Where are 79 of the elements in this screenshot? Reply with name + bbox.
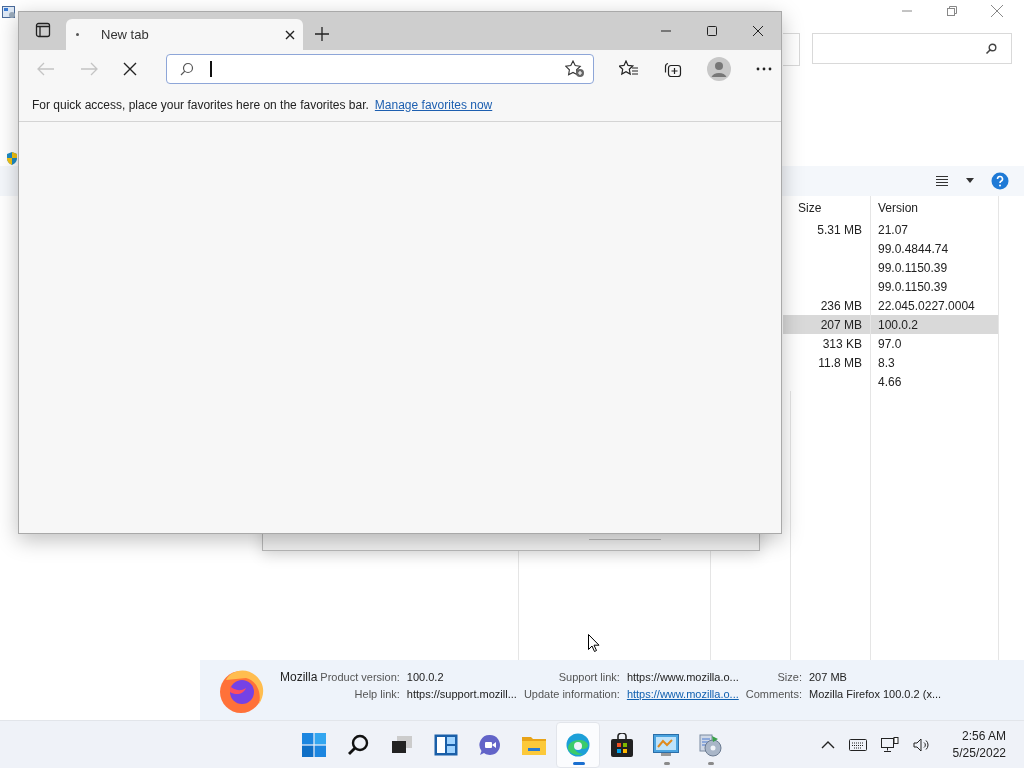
volume-icon[interactable] — [912, 737, 931, 752]
table-cell: 5.31 MB — [817, 222, 862, 237]
view-list-icon[interactable] — [935, 175, 949, 187]
table-cell: 99.0.4844.74 — [878, 241, 949, 256]
search-icon — [985, 42, 997, 55]
table-cell: 207 MB — [820, 317, 862, 332]
table-cell: 236 MB — [820, 298, 862, 313]
text-cursor — [210, 61, 212, 77]
link[interactable]: https://www.mozilla.o... — [626, 688, 739, 700]
field-label: Support link: — [557, 671, 620, 683]
publisher-name: Mozilla — [280, 670, 318, 684]
network-icon[interactable] — [880, 736, 899, 753]
clock-time[interactable]: 2:56 AM — [961, 727, 1006, 745]
chevron-up-icon[interactable] — [820, 740, 835, 749]
browser-tab[interactable]: New tab — [66, 19, 303, 50]
folder-icon[interactable] — [522, 734, 546, 755]
chat-icon[interactable] — [479, 733, 501, 756]
table-cell: 100.0.2 — [878, 317, 919, 332]
search-field[interactable] — [812, 33, 1012, 64]
field-label: Product version: — [320, 671, 400, 683]
field-label: Update information: — [523, 688, 620, 700]
table-row[interactable]: 4.66 — [783, 372, 999, 391]
table-cell: 8.3 — [878, 355, 895, 370]
table-cell: 99.0.1150.39 — [878, 279, 948, 294]
more-icon[interactable] — [756, 67, 772, 71]
window-icon — [2, 6, 16, 19]
column-header[interactable]: Version — [871, 196, 999, 220]
star-add-icon[interactable] — [565, 60, 585, 78]
table-row[interactable]: 99.0.4844.74 — [783, 239, 999, 258]
table-cell: 313 KB — [822, 336, 862, 351]
close-icon[interactable] — [285, 29, 295, 40]
field-label: Comments: — [745, 688, 802, 700]
collections-icon[interactable] — [664, 60, 682, 78]
control-panel-icon[interactable] — [653, 733, 679, 756]
search-icon[interactable] — [347, 733, 369, 756]
keyboard-icon[interactable] — [848, 738, 867, 751]
maximize-icon[interactable] — [706, 25, 718, 37]
programs-icon[interactable] — [698, 732, 722, 757]
manage-favorites-link[interactable]: Manage favorites now — [374, 97, 493, 112]
table-cell: 21.07 — [878, 222, 909, 237]
table-row[interactable]: 11.8 MB 8.3 — [783, 353, 999, 372]
table-row[interactable]: 207 MB 100.0.2 — [783, 315, 999, 334]
search-icon — [180, 62, 194, 76]
table-row[interactable]: 313 KB 97.0 — [783, 334, 999, 353]
stop-icon[interactable] — [123, 62, 137, 76]
table-cell: 4.66 — [878, 374, 902, 389]
table-cell: 22.045.0227.0004 — [878, 298, 975, 313]
caret-icon[interactable] — [965, 178, 975, 184]
table-cell: 99.0.1150.39 — [878, 260, 948, 275]
shield-icon — [7, 152, 17, 165]
table-cell: 11.8 MB — [818, 355, 862, 370]
favorites-icon[interactable] — [619, 60, 639, 78]
new-tab-icon[interactable] — [315, 27, 329, 41]
field-value: https://www.mozilla.o... — [626, 671, 739, 683]
loading-icon — [76, 33, 79, 36]
field-value: 207 MB — [809, 671, 848, 683]
field-value: https://support.mozill... — [406, 688, 517, 700]
table-cell: 97.0 — [878, 336, 902, 351]
favorites-hint: For quick access, place your favorites here on the favorites bar. — [32, 97, 369, 112]
mouse-cursor-icon — [588, 634, 600, 652]
table-row[interactable]: 99.0.1150.39 — [783, 258, 999, 277]
close-icon[interactable] — [752, 25, 764, 37]
widgets-icon[interactable] — [434, 733, 458, 756]
table-row[interactable]: 5.31 MB 21.07 — [783, 220, 999, 239]
field-label: Help link: — [353, 688, 400, 700]
help-icon[interactable] — [991, 172, 1009, 190]
profile-icon[interactable] — [707, 57, 731, 81]
restore-icon[interactable] — [945, 4, 959, 18]
start-icon[interactable] — [302, 732, 326, 757]
column-header[interactable]: Size — [791, 196, 871, 220]
field-label: Size: — [776, 671, 802, 683]
field-value: Mozilla Firefox 100.0.2 (x... — [809, 688, 942, 700]
clock-date[interactable]: 5/25/2022 — [952, 744, 1006, 762]
tab-actions-icon[interactable] — [35, 22, 51, 38]
field-value: 100.0.2 — [406, 671, 445, 683]
store-icon[interactable] — [611, 732, 633, 757]
task-view-icon[interactable] — [391, 734, 413, 755]
edge-browser-icon[interactable] — [566, 732, 590, 757]
table-row[interactable]: 99.0.1150.39 — [783, 277, 999, 296]
